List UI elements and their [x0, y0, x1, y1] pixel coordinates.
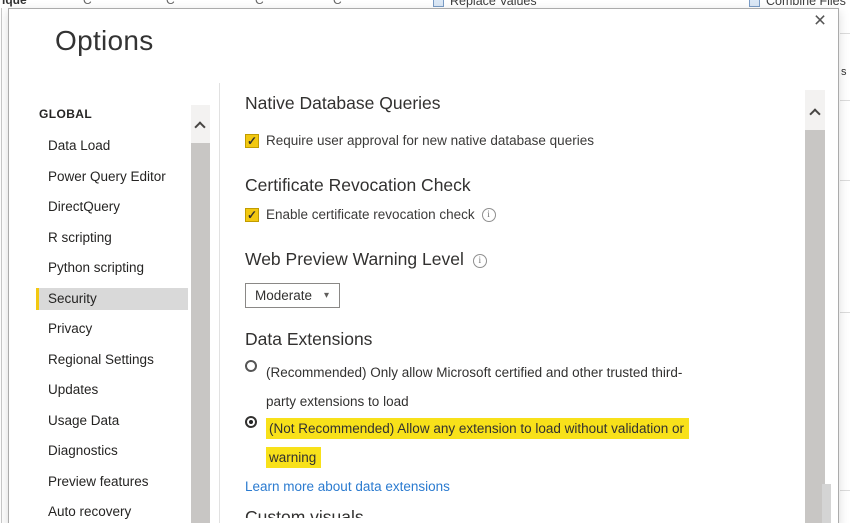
heading-web-preview-warning-level: Web Preview Warning Level i: [245, 249, 487, 270]
radio-option-not-recommended[interactable]: (Not Recommended) Allow any extension to…: [245, 414, 689, 472]
sidebar-item-regional-settings[interactable]: Regional Settings: [39, 349, 188, 371]
radio-unselected-icon[interactable]: [245, 360, 257, 372]
ribbon-replace-values-label: Replace Values: [450, 0, 537, 8]
dialog-title: Options: [55, 25, 154, 56]
background-divider: [840, 312, 850, 313]
sidebar-item-data-load[interactable]: Data Load: [39, 135, 188, 157]
close-icon[interactable]: ×: [808, 9, 832, 33]
power-bi-options-screen: ique C C C C Replace Values Combine File…: [0, 0, 850, 523]
radio-selected-icon[interactable]: [245, 416, 257, 428]
heading-certificate-revocation-check: Certificate Revocation Check: [245, 175, 471, 195]
dropdown-value: Moderate: [255, 288, 313, 303]
sidebar-scrollbar-thumb[interactable]: [191, 143, 210, 523]
ribbon-fragment-text: C: [255, 0, 264, 7]
checkbox-row-cert-revocation[interactable]: ✓ Enable certificate revocation check i: [245, 207, 496, 222]
scroll-up-icon[interactable]: [191, 115, 210, 137]
sidebar-item-directquery[interactable]: DirectQuery: [39, 196, 188, 218]
background-text-fragment: s: [841, 66, 847, 78]
scroll-up-icon[interactable]: [805, 102, 825, 124]
sidebar-section-global: GLOBAL: [39, 107, 93, 121]
ribbon-combine-files-label: Combine Files: [766, 0, 846, 8]
background-window-edge: [1, 0, 2, 523]
ribbon-fragment-text: C: [83, 0, 92, 7]
clipped-heading-text: Custom visuals: [245, 507, 364, 518]
highlighted-text: warning: [266, 447, 322, 468]
info-icon[interactable]: i: [481, 207, 496, 222]
learn-more-link[interactable]: Learn more about data extensions: [245, 479, 450, 494]
sidebar-divider: [219, 83, 220, 523]
ribbon-fragment-text: ique: [2, 0, 27, 7]
sidebar-item-updates[interactable]: Updates: [39, 379, 188, 401]
sidebar-item-python-scripting[interactable]: Python scripting: [39, 257, 188, 279]
background-divider: [840, 33, 850, 34]
radio-label-line: party extensions to load: [266, 394, 409, 409]
ribbon-fragment-text: C: [166, 0, 175, 7]
background-divider: [840, 490, 850, 491]
sidebar-item-security[interactable]: Security: [36, 287, 188, 310]
main-scrollbar-thumb[interactable]: [805, 130, 825, 523]
warning-level-dropdown[interactable]: Moderate ▾: [245, 283, 340, 308]
chevron-down-icon: ▾: [324, 290, 330, 301]
sidebar-item-privacy[interactable]: Privacy: [39, 318, 188, 340]
heading-native-database-queries: Native Database Queries: [245, 93, 441, 113]
checkbox-checked-icon[interactable]: ✓: [245, 207, 259, 222]
sidebar-scrollbar[interactable]: [191, 105, 210, 523]
radio-label-line: warning: [266, 443, 689, 472]
checkbox-checked-icon[interactable]: ✓: [245, 133, 259, 148]
sidebar-item-diagnostics[interactable]: Diagnostics: [39, 440, 188, 462]
info-icon[interactable]: i: [472, 254, 487, 268]
combine-files-icon: [749, 0, 760, 7]
heading-text: Web Preview Warning Level: [245, 249, 464, 269]
background-divider: [840, 180, 850, 181]
radio-option-recommended[interactable]: (Recommended) Only allow Microsoft certi…: [245, 358, 682, 416]
checkbox-label: Enable certificate revocation check: [266, 207, 475, 222]
clipped-next-section-heading: Custom visuals: [245, 507, 364, 518]
highlighted-text: (Not Recommended) Allow any extension to…: [266, 418, 689, 439]
sidebar-item-power-query-editor[interactable]: Power Query Editor: [39, 166, 188, 188]
sidebar-item-preview-features[interactable]: Preview features: [39, 471, 188, 493]
sidebar-item-usage-data[interactable]: Usage Data: [39, 410, 188, 432]
sidebar-item-r-scripting[interactable]: R scripting: [39, 227, 188, 249]
background-ribbon-strip: ique C C C C Replace Values Combine File…: [0, 0, 850, 8]
heading-data-extensions: Data Extensions: [245, 329, 373, 349]
main-panel-scrollbar[interactable]: [805, 90, 825, 523]
radio-label-line: (Recommended) Only allow Microsoft certi…: [266, 365, 683, 380]
background-fragment: [822, 484, 831, 523]
background-divider: [840, 100, 850, 101]
radio-label-line: (Not Recommended) Allow any extension to…: [266, 414, 689, 443]
sidebar-item-auto-recovery[interactable]: Auto recovery: [39, 501, 188, 523]
options-dialog: × Options GLOBAL Data Load Power Query E…: [8, 8, 839, 523]
sidebar-nav: Data Load Power Query Editor DirectQuery…: [36, 135, 188, 523]
checkbox-label: Require user approval for new native dat…: [266, 133, 594, 148]
ribbon-fragment-text: C: [333, 0, 342, 7]
checkbox-row-native-db-approval[interactable]: ✓ Require user approval for new native d…: [245, 133, 594, 148]
replace-values-icon: [433, 0, 444, 7]
